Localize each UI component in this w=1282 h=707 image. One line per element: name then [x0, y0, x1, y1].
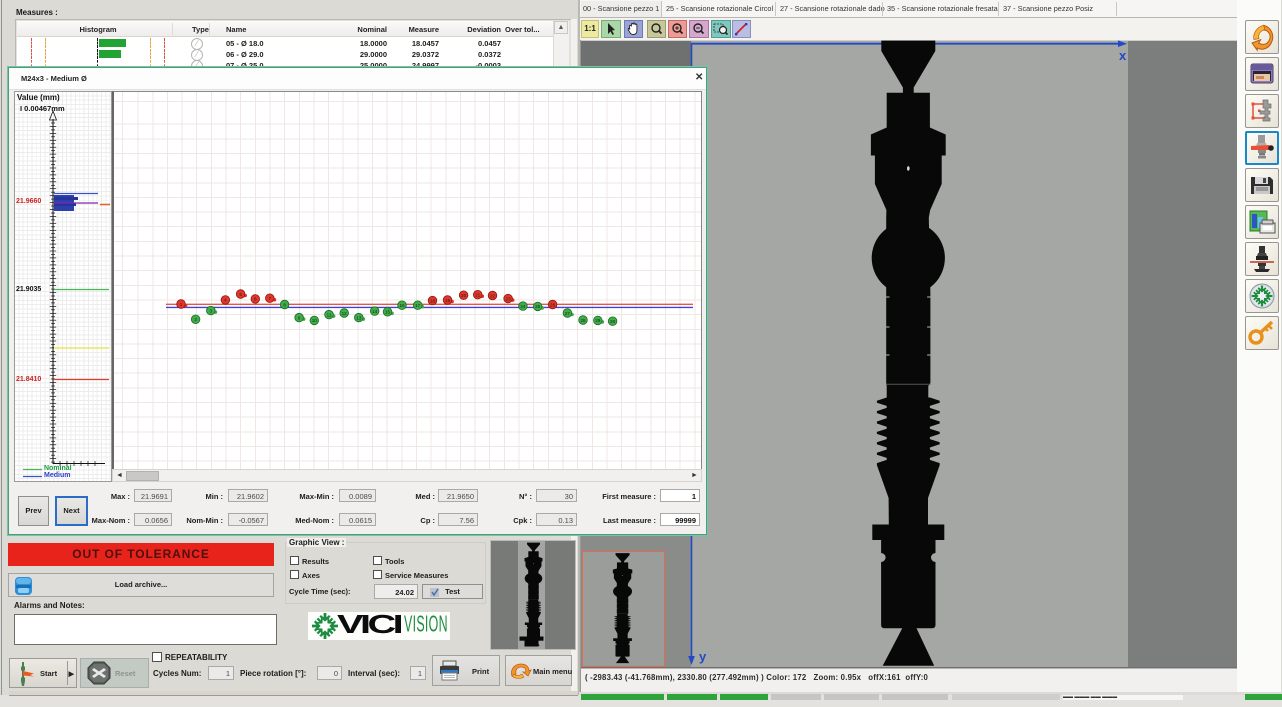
svg-text:6: 6: [254, 297, 257, 302]
svg-text:24: 24: [520, 304, 526, 309]
svg-text:9: 9: [298, 315, 301, 320]
svg-text:11: 11: [327, 312, 332, 317]
svg-text:19: 19: [445, 298, 451, 303]
svg-text:2: 2: [194, 317, 197, 322]
svg-text:8: 8: [283, 302, 286, 307]
svg-text:y: y: [699, 649, 707, 664]
svg-text:16: 16: [399, 303, 405, 308]
svg-text:28: 28: [580, 318, 586, 323]
svg-text:27: 27: [565, 311, 571, 316]
svg-text:17: 17: [415, 303, 421, 308]
svg-text:14: 14: [372, 309, 378, 314]
svg-text:13: 13: [356, 315, 362, 320]
svg-text:29: 29: [595, 318, 601, 323]
svg-text:x: x: [1119, 48, 1127, 63]
svg-text:1: 1: [180, 302, 183, 307]
svg-text:4: 4: [224, 298, 227, 303]
svg-text:5: 5: [239, 292, 242, 297]
svg-text:3: 3: [210, 308, 213, 313]
svg-text:18: 18: [430, 298, 436, 303]
svg-text:25: 25: [535, 304, 541, 309]
svg-text:15: 15: [385, 310, 391, 315]
svg-text:10: 10: [312, 318, 318, 323]
svg-text:7: 7: [269, 296, 272, 301]
svg-text:20: 20: [461, 293, 467, 298]
svg-text:21: 21: [475, 293, 481, 298]
svg-text:12: 12: [342, 311, 348, 316]
svg-text:23: 23: [506, 296, 512, 301]
svg-text:22: 22: [490, 293, 496, 298]
svg-text:30: 30: [610, 319, 616, 324]
svg-text:26: 26: [550, 302, 556, 307]
